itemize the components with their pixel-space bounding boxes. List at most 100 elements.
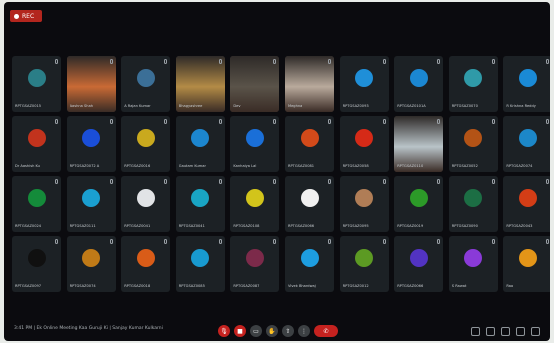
activities-button[interactable] (516, 327, 525, 336)
bottom-bar: 3:41 PM | Ek Online Meeting Kaa Guruji K… (4, 307, 550, 341)
mic-muted-icon (382, 119, 386, 124)
participant-tile[interactable]: RPTGSAZ0093 (339, 56, 389, 112)
leave-call-button[interactable]: ✆ (314, 325, 338, 337)
participant-tile[interactable]: RPTGSAZ0081 (285, 116, 334, 172)
recording-indicator: REC (10, 10, 42, 22)
mic-muted-icon (109, 119, 113, 124)
meeting-time: 3:41 PM (14, 326, 33, 331)
mic-muted-icon (218, 239, 222, 244)
participant-avatar (27, 69, 46, 88)
participant-tile[interactable]: RPTGSAZ0066 (394, 236, 444, 292)
microphone-button[interactable]: 🎙 (218, 325, 230, 337)
participant-avatar (136, 69, 155, 88)
participant-name: RPTGSAZ0095 (342, 224, 369, 228)
mic-muted-icon (164, 119, 168, 124)
participant-tile[interactable]: RPTGSAZ0024 (12, 176, 61, 232)
participant-tile[interactable]: Rao (503, 236, 550, 292)
mic-muted-icon (491, 59, 495, 64)
participant-name: RPTGSAZ0066 (397, 284, 424, 288)
participant-avatar (245, 189, 264, 208)
participant-tile[interactable]: RPTGSAZ0012 (339, 236, 389, 292)
participant-tile[interactable]: RPTGSAZ0097 (12, 236, 61, 292)
participant-avatar (464, 189, 483, 208)
participant-tile[interactable]: Dr Aashish Ku (12, 116, 61, 172)
participant-tile[interactable]: RPTGSAZ0072 A (66, 116, 116, 172)
present-icon: ⇧ (285, 327, 291, 335)
participant-tile[interactable]: RPTGSAZ0052 (448, 116, 498, 172)
mic-muted-icon (109, 59, 113, 64)
participant-tile[interactable]: RPTGSAZ0018 (121, 236, 171, 292)
mic-muted-icon (328, 179, 331, 184)
captions-icon: ▭ (253, 327, 259, 335)
participant-tile[interactable]: RPTGSAZ0016 (121, 116, 171, 172)
mic-muted-icon (328, 119, 331, 124)
participant-avatar (464, 129, 483, 148)
meeting-title: Ek Online Meeting Kaa Guruji Ki | Sanjay… (36, 326, 163, 331)
participant-tile[interactable]: RPTGSAZ0041 (121, 176, 171, 232)
participant-tile[interactable]: RPTGSAZ0015 (12, 56, 61, 112)
mic-muted-icon (437, 239, 441, 244)
participant-name: RPTGSAZ0101A (397, 104, 426, 108)
participant-tile[interactable]: Bhagyashree (175, 56, 225, 112)
captions-button[interactable]: ▭ (250, 325, 262, 337)
participant-avatar (518, 129, 537, 148)
participant-tile[interactable]: Aashna Shah (66, 56, 116, 112)
participant-tile[interactable]: RPTGSAZ0085 (175, 236, 225, 292)
camera-button[interactable]: ■ (234, 325, 246, 337)
participant-tile[interactable]: Gautam Kumar (175, 116, 225, 172)
participant-tile[interactable]: Meghna (285, 56, 334, 112)
participant-tile[interactable]: RPTGSAZ0110 (394, 116, 444, 172)
people-button[interactable] (486, 327, 495, 336)
more-button[interactable]: ⋮ (298, 325, 310, 337)
mic-muted-icon (164, 59, 168, 64)
participant-tile[interactable]: RPTGSAZ0101A (394, 56, 444, 112)
hand-icon: ✋ (268, 327, 276, 335)
mic-muted-icon (437, 59, 441, 64)
participant-tile[interactable]: R Krishna Reddy (503, 56, 550, 112)
participant-avatar (518, 69, 537, 88)
chat-button[interactable] (501, 327, 510, 336)
participant-avatar (82, 189, 101, 208)
mic-muted-icon (437, 119, 441, 124)
participant-name: RPTGSAZ0043 (506, 224, 533, 228)
mic-muted-icon (546, 179, 550, 184)
mic-muted-icon (273, 179, 277, 184)
participant-name: RPTGSAZ0090 (451, 224, 478, 228)
participant-tile[interactable]: Kanhaiya Lal (230, 116, 280, 172)
participant-name: Bhagyashree (178, 104, 203, 108)
host-controls-button[interactable] (531, 327, 540, 336)
info-button[interactable] (471, 327, 480, 336)
participant-avatar (518, 189, 537, 208)
participant-tile[interactable]: RPTGSAZ0019 (394, 176, 444, 232)
participant-name: A Rajan Kumar (124, 104, 151, 108)
right-toolbar (471, 327, 540, 336)
participant-tile[interactable]: S Rawat (448, 236, 498, 292)
participant-name: RPTGSAZ0012 (342, 284, 369, 288)
participant-name: Dev (233, 104, 241, 108)
participant-name: Aashna Shah (69, 104, 94, 108)
participant-tile[interactable]: RPTGSAZ0074 (503, 116, 550, 172)
mic-muted-icon (546, 119, 550, 124)
participant-tile[interactable]: A Rajan Kumar (121, 56, 171, 112)
raise-hand-button[interactable]: ✋ (266, 325, 278, 337)
participant-tile[interactable]: RPTGSAZ0095 (339, 176, 389, 232)
participant-tile[interactable]: RPTGSAZ0041 (175, 176, 225, 232)
leave-call-icon: ✆ (323, 327, 329, 335)
participant-tile[interactable]: RPTGSAZ0087 (230, 236, 280, 292)
participant-tile[interactable]: Vivek Bhardwaj (285, 236, 334, 292)
participant-tile[interactable]: RPTGSAZ0090 (448, 176, 498, 232)
participant-tile[interactable]: RPTGSAZ0070 (448, 56, 498, 112)
participant-tile[interactable]: Dev (230, 56, 280, 112)
participant-tile[interactable]: RPTGSAZ0111 (66, 176, 116, 232)
meeting-info: 3:41 PM | Ek Online Meeting Kaa Guruji K… (14, 326, 163, 331)
mic-muted-icon (382, 239, 386, 244)
participant-tile[interactable]: RPTGSAZ0074 (66, 236, 116, 292)
participant-tile[interactable]: RPTGSAZ0108 (230, 176, 280, 232)
participant-avatar (136, 189, 155, 208)
participant-tile[interactable]: RPTGSAZ0043 (503, 176, 550, 232)
present-button[interactable]: ⇧ (282, 325, 294, 337)
participant-avatar (27, 189, 46, 208)
participant-tile[interactable]: RPTGSAZ0066 (285, 176, 334, 232)
participant-tile[interactable]: RPTGSAZ0058 (339, 116, 389, 172)
mic-muted-icon (382, 59, 386, 64)
